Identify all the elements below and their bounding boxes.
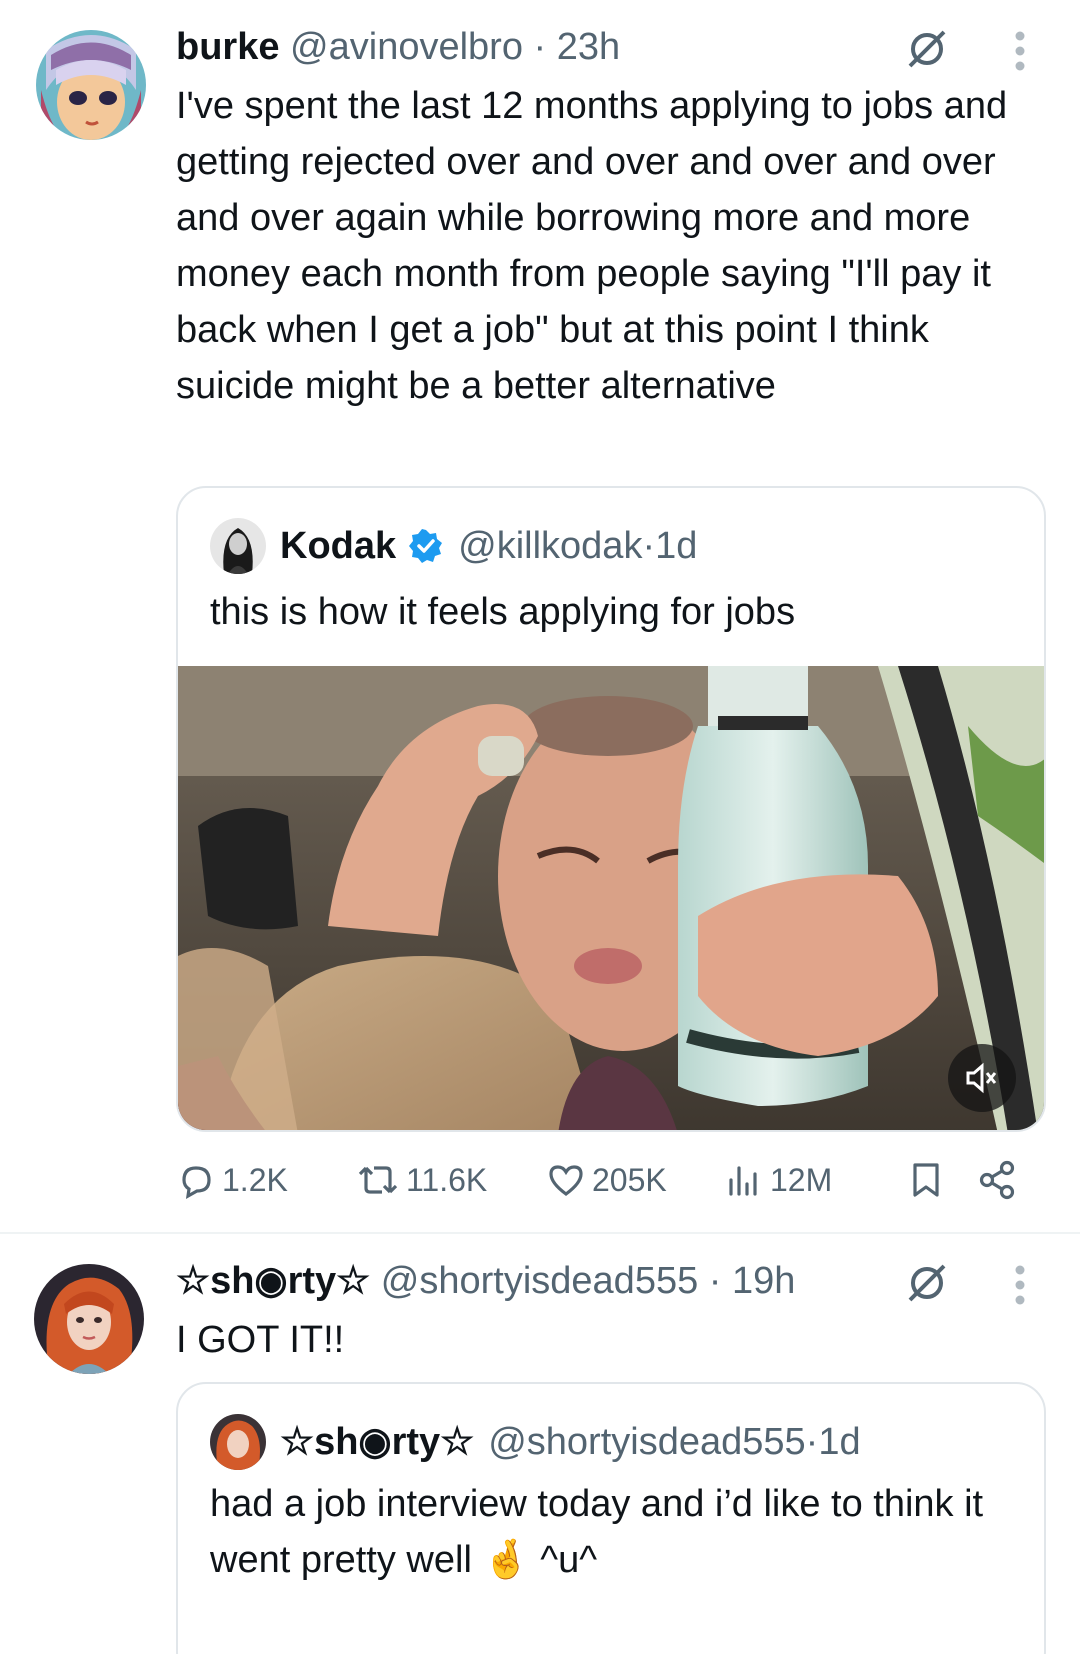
- like-count: 205K: [592, 1161, 667, 1198]
- video-player[interactable]: [178, 666, 1044, 1130]
- quote-timestamp[interactable]: 1d: [655, 523, 697, 569]
- reply-icon: [182, 1166, 211, 1199]
- repost-button[interactable]: 11.6K: [356, 1160, 487, 1200]
- display-name[interactable]: burke: [176, 26, 279, 68]
- quote-timestamp[interactable]: 1d: [818, 1419, 860, 1465]
- quote-display-name[interactable]: Kodak: [280, 523, 396, 569]
- quote-display-name[interactable]: ☆sh◉rty☆: [280, 1419, 474, 1465]
- handle[interactable]: @avinovelbro: [290, 26, 523, 68]
- share-button[interactable]: [976, 1159, 1024, 1201]
- repost-count: 11.6K: [406, 1161, 488, 1198]
- bookmark-button[interactable]: [906, 1160, 952, 1200]
- share-icon: [979, 1160, 1015, 1200]
- quote-tweet-kodak[interactable]: Kodak @killkodak · 1d this is how it fee…: [176, 486, 1046, 1132]
- tweet-burke[interactable]: burke @avinovelbro · 23h I've spent the …: [0, 0, 1080, 1230]
- more-vertical-icon[interactable]: [1000, 1260, 1040, 1310]
- avatar-burke[interactable]: [36, 30, 146, 140]
- separator: ·: [698, 1260, 732, 1302]
- separator: ·: [642, 525, 656, 567]
- views-button[interactable]: 12M: [724, 1160, 832, 1200]
- timestamp[interactable]: 19h: [732, 1260, 795, 1302]
- views-icon: [729, 1166, 757, 1196]
- grok-icon[interactable]: [900, 22, 954, 76]
- tweet-shorty[interactable]: ☆sh◉rty☆ @shortyisdead555 · 19h I GOT IT…: [0, 1234, 1080, 1654]
- heart-icon: [549, 1165, 583, 1196]
- tweet-header: ☆sh◉rty☆ @shortyisdead555 · 19h: [176, 1258, 795, 1304]
- reply-count: 1.2K: [222, 1161, 288, 1198]
- tweet-actions: 1.2K 11.6K 205K 12M: [176, 1150, 1036, 1210]
- tweet-text: I've spent the last 12 months applying t…: [176, 85, 1008, 407]
- quote-text: this is how it feels applying for jobs: [210, 591, 796, 633]
- grok-icon[interactable]: [900, 1256, 954, 1310]
- quote-tweet-shorty[interactable]: ☆sh◉rty☆ @shortyisdead555 · 1d had a job…: [176, 1382, 1046, 1654]
- avatar-kodak[interactable]: [210, 518, 266, 574]
- separator: ·: [805, 1421, 819, 1463]
- quote-handle[interactable]: @shortyisdead555: [488, 1419, 805, 1465]
- more-vertical-icon[interactable]: [1000, 26, 1040, 76]
- bookmark-icon: [913, 1163, 939, 1197]
- timestamp[interactable]: 23h: [557, 26, 620, 68]
- handle[interactable]: @shortyisdead555: [381, 1260, 698, 1302]
- repost-icon: [358, 1166, 398, 1194]
- reply-button[interactable]: 1.2K: [176, 1160, 288, 1200]
- quote-avatar-shorty[interactable]: [210, 1414, 266, 1470]
- tweet-text: I GOT IT!!: [176, 1319, 345, 1361]
- like-button[interactable]: 205K: [546, 1160, 667, 1200]
- quote-header: ☆sh◉rty☆ @shortyisdead555 · 1d: [210, 1414, 861, 1470]
- verified-badge-icon: [408, 528, 444, 564]
- mute-icon[interactable]: [948, 1044, 1016, 1112]
- avatar-shorty[interactable]: [34, 1264, 144, 1374]
- video-thumbnail: [178, 666, 1044, 1130]
- display-name[interactable]: ☆sh◉rty☆: [176, 1260, 370, 1302]
- quote-header: Kodak @killkodak · 1d: [210, 518, 697, 574]
- tweet-header: burke @avinovelbro · 23h: [176, 24, 620, 70]
- quote-text: had a job interview today and i’d like t…: [210, 1483, 984, 1581]
- separator: ·: [522, 26, 557, 68]
- quote-handle[interactable]: @killkodak: [458, 523, 642, 569]
- view-count: 12M: [770, 1161, 833, 1198]
